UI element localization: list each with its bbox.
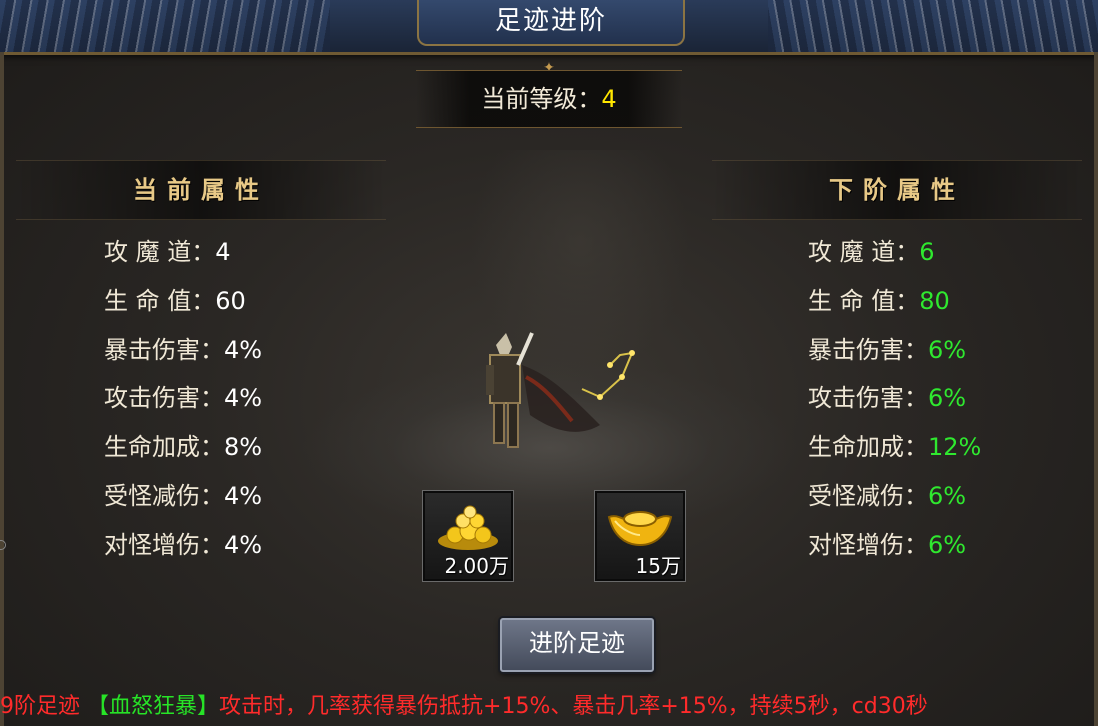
attr-row: 受怪减伤：6%	[808, 476, 981, 525]
attr-value: 6%	[928, 384, 967, 413]
attr-row: 生 命 值：60	[104, 281, 262, 330]
attr-row: 攻击伤害：6%	[808, 378, 981, 427]
skill-name: 【血怒狂暴】	[87, 694, 220, 719]
attr-value: 4%	[224, 335, 263, 364]
gold-ingot-icon	[607, 511, 673, 547]
frame-border-left	[0, 52, 4, 726]
skill-description: 攻击时，几率获得暴伤抵抗+15%、暴击几率+15%，持续5秒，cd30秒	[219, 694, 928, 719]
next-attributes-list: 攻 魔 道：6 生 命 值：80 暴击伤害：6% 攻击伤害：6% 生命加成：12…	[808, 232, 981, 574]
tier-bonus-note: 9阶足迹 【血怒狂暴】攻击时，几率获得暴伤抵抗+15%、暴击几率+15%，持续5…	[0, 688, 1098, 726]
attr-value: 4%	[224, 530, 263, 559]
current-level-label: 当前等级：	[481, 85, 602, 113]
attr-row: 对怪增伤：6%	[808, 525, 981, 574]
attr-name: 暴击伤害：	[808, 335, 928, 364]
title-bar: 足迹进阶	[0, 0, 1098, 55]
attr-name: 生命加成：	[808, 433, 928, 462]
attr-row: 攻 魔 道：6	[808, 232, 981, 281]
attr-name: 攻 魔 道：	[808, 238, 920, 266]
attr-row: 攻 魔 道：4	[104, 232, 262, 281]
attr-value: 6%	[928, 530, 967, 559]
attr-row: 生命加成：8%	[104, 427, 262, 476]
cost-slot-gold[interactable]: 2.00万	[422, 490, 514, 582]
attr-row: 生 命 值：80	[808, 281, 981, 330]
attr-row: 暴击伤害：6%	[808, 330, 981, 379]
attr-name: 受怪减伤：	[104, 481, 224, 510]
attr-name: 对怪增伤：	[808, 530, 928, 559]
attr-value: 6%	[928, 481, 967, 510]
attr-value: 6%	[928, 335, 967, 364]
attr-name: 暴击伤害：	[104, 335, 224, 364]
current-attributes-list: 攻 魔 道：4 生 命 值：60 暴击伤害：4% 攻击伤害：4% 生命加成：8%…	[104, 232, 262, 574]
attr-row: 受怪减伤：4%	[104, 476, 262, 525]
attr-value: 6	[919, 238, 935, 266]
cost-amount: 15万	[635, 554, 681, 578]
advance-footprint-button[interactable]: 进阶足迹	[500, 618, 654, 672]
attr-name: 攻 魔 道：	[104, 238, 216, 266]
dragon-ornament-left	[0, 0, 330, 52]
attr-value: 12%	[928, 433, 982, 462]
attr-name: 受怪减伤：	[808, 481, 928, 510]
attr-name: 攻击伤害：	[104, 384, 224, 413]
tier-label: 9阶足迹	[0, 694, 80, 719]
window-title: 足迹进阶	[417, 0, 685, 46]
attr-name: 对怪增伤：	[104, 530, 224, 559]
next-attributes-heading: 下阶属性	[712, 160, 1082, 220]
dragon-ornament-right	[768, 0, 1098, 52]
attr-value: 60	[215, 286, 246, 315]
cost-amount: 2.00万	[444, 554, 509, 578]
attr-value: 4%	[224, 481, 263, 510]
attr-name: 生 命 值：	[104, 286, 216, 315]
current-level: 当前等级：4	[416, 70, 682, 128]
frame-border-right	[1094, 52, 1098, 726]
gold-coins-icon	[438, 505, 498, 550]
attr-row: 暴击伤害：4%	[104, 330, 262, 379]
current-attributes-heading: 当前属性	[16, 160, 386, 220]
attr-value: 80	[919, 286, 950, 315]
attr-value: 4	[215, 238, 231, 266]
cost-slot-ingot[interactable]: 15万	[594, 490, 686, 582]
attr-value: 8%	[224, 433, 263, 462]
attr-value: 4%	[224, 384, 263, 413]
attr-name: 攻击伤害：	[808, 384, 928, 413]
attr-name: 生命加成：	[104, 433, 224, 462]
character-avatar	[486, 332, 635, 448]
attr-row: 生命加成：12%	[808, 427, 981, 476]
attr-row: 对怪增伤：4%	[104, 525, 262, 574]
current-level-value: 4	[601, 85, 617, 113]
attr-row: 攻击伤害：4%	[104, 378, 262, 427]
attr-name: 生 命 值：	[808, 286, 920, 315]
